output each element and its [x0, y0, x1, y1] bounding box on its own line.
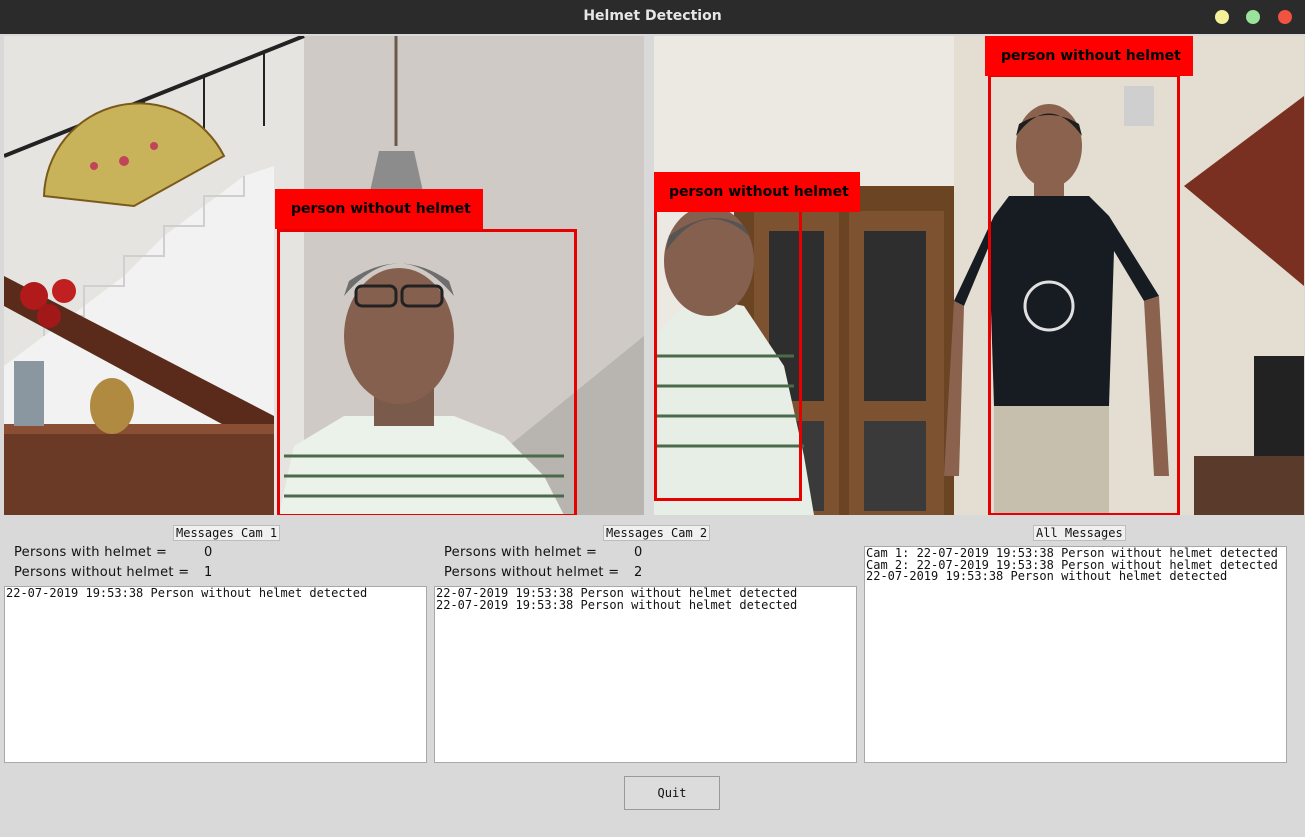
quit-button[interactable]: Quit	[624, 776, 720, 810]
cam2-with-helmet-label: Persons with helmet =	[444, 545, 598, 560]
log-line: 22-07-2019 19:53:38 Person without helme…	[436, 597, 798, 612]
close-button[interactable]	[1278, 10, 1292, 24]
cam2-without-helmet-count: 2	[634, 565, 643, 580]
detection-label: person without helmet	[275, 189, 483, 229]
cam1-without-helmet-label: Persons without helmet =	[14, 565, 190, 580]
cam1-with-helmet-label: Persons with helmet =	[14, 545, 168, 560]
all-messages-title: All Messages	[1033, 525, 1126, 541]
camera-2-feed: person without helmet person without hel…	[654, 36, 1304, 515]
log-line: 22-07-2019 19:53:38 Person without helme…	[866, 569, 1228, 583]
maximize-button[interactable]	[1246, 10, 1260, 24]
title-bar: Helmet Detection	[0, 0, 1305, 34]
cam1-without-helmet-count: 1	[204, 565, 213, 580]
cam2-with-helmet-count: 0	[634, 545, 643, 560]
cam1-message-log[interactable]: 22-07-2019 19:53:38 Person without helme…	[4, 586, 427, 763]
cam1-with-helmet-count: 0	[204, 545, 213, 560]
cam2-without-helmet-label: Persons without helmet =	[444, 565, 620, 580]
detection-label: person without helmet	[654, 172, 860, 212]
messages-cam1-title: Messages Cam 1	[173, 525, 281, 541]
minimize-button[interactable]	[1215, 10, 1229, 24]
camera-1-feed: person without helmet	[4, 36, 644, 515]
window-title: Helmet Detection	[583, 8, 722, 24]
detection-box	[654, 207, 802, 501]
log-line: 22-07-2019 19:53:38 Person without helme…	[6, 586, 368, 600]
messages-cam2-title: Messages Cam 2	[603, 525, 711, 541]
detection-box	[277, 229, 577, 515]
cam2-message-log[interactable]: 22-07-2019 19:53:38 Person without helme…	[434, 586, 857, 763]
main-window: person without helmet person without hel…	[0, 34, 1305, 837]
all-message-log[interactable]: Cam 1: 22-07-2019 19:53:38 Person withou…	[864, 546, 1287, 763]
detection-box	[988, 74, 1180, 515]
detection-label: person without helmet	[985, 36, 1193, 76]
